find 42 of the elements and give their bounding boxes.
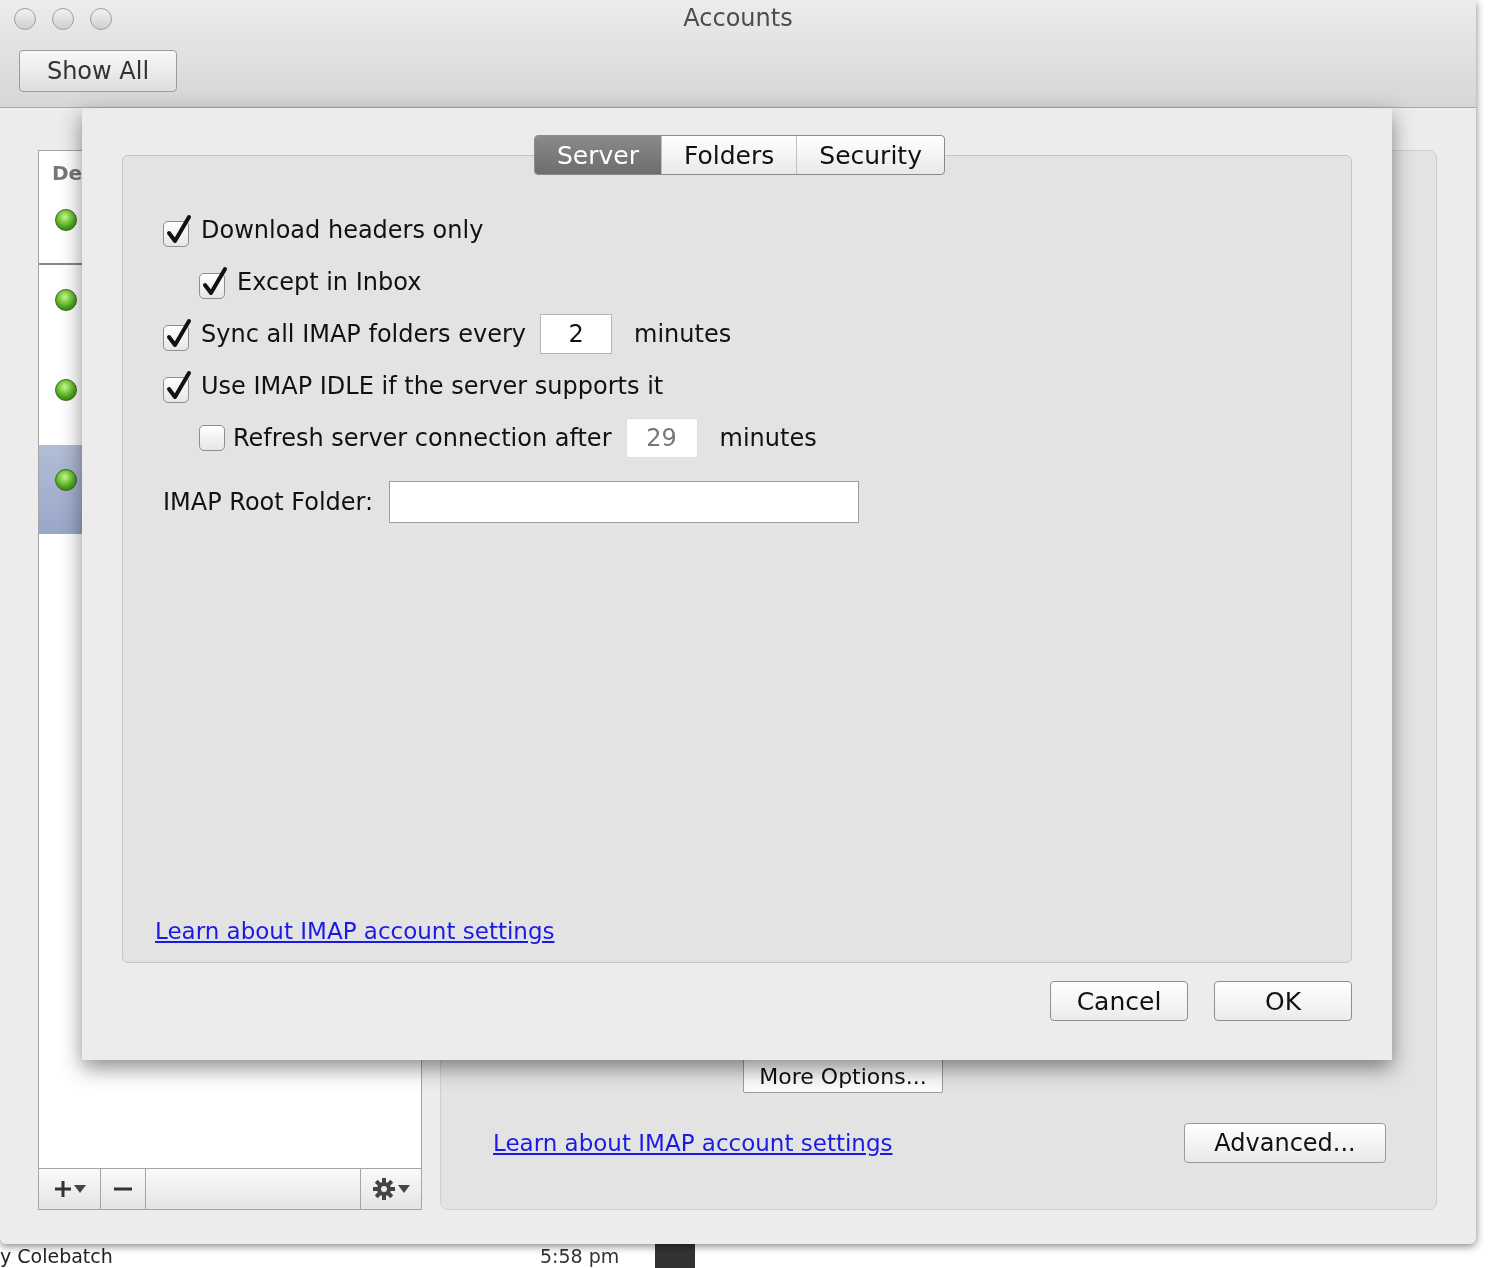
list-header: De bbox=[51, 160, 84, 185]
advanced-button[interactable]: Advanced... bbox=[1184, 1123, 1386, 1163]
checkbox[interactable] bbox=[163, 369, 193, 403]
option-label: Refresh server connection after bbox=[233, 424, 612, 452]
minutes-field[interactable]: 2 bbox=[540, 314, 613, 354]
cancel-button[interactable]: Cancel bbox=[1050, 981, 1188, 1021]
checkbox[interactable] bbox=[199, 265, 229, 299]
status-dot bbox=[55, 289, 77, 311]
remove-icon bbox=[114, 1187, 132, 1191]
minutes-label: minutes bbox=[719, 424, 817, 452]
gear-icon bbox=[372, 1177, 396, 1201]
option-label: Sync all IMAP folders every bbox=[201, 320, 527, 348]
option-label: Use IMAP IDLE if the server supports it bbox=[201, 372, 664, 400]
tab[interactable]: Folders bbox=[662, 136, 798, 174]
root-folder-field[interactable] bbox=[389, 481, 860, 523]
more-options-button[interactable]: More Options... bbox=[743, 1059, 943, 1093]
minutes-label: minutes bbox=[634, 320, 732, 348]
message-sender: y Colebatch bbox=[0, 1245, 114, 1267]
help-link[interactable]: Learn about IMAP account settings bbox=[493, 1130, 893, 1156]
minimize-icon[interactable] bbox=[52, 8, 74, 30]
checkbox[interactable] bbox=[199, 425, 225, 451]
status-dot bbox=[55, 379, 77, 401]
option-label: Except in Inbox bbox=[237, 268, 422, 296]
checkbox[interactable] bbox=[163, 213, 193, 247]
add-icon bbox=[53, 1180, 72, 1198]
zoom-icon[interactable] bbox=[90, 8, 112, 30]
tab[interactable]: Server bbox=[535, 136, 662, 174]
status-dot bbox=[55, 469, 77, 491]
field-label: IMAP Root Folder: bbox=[163, 488, 374, 516]
tab[interactable]: Security bbox=[797, 136, 944, 174]
close-icon[interactable] bbox=[14, 8, 36, 30]
message-time: 5:58 pm bbox=[540, 1245, 621, 1267]
checkbox[interactable] bbox=[163, 317, 193, 351]
option-label: Download headers only bbox=[201, 216, 484, 244]
caret-icon bbox=[73, 1184, 86, 1194]
ok-button[interactable]: OK bbox=[1214, 981, 1352, 1021]
help-link[interactable]: Learn about IMAP account settings bbox=[155, 918, 555, 944]
status-dot bbox=[55, 209, 77, 231]
caret-icon bbox=[398, 1184, 410, 1194]
window-title: Accounts bbox=[683, 4, 793, 32]
show-all-button[interactable]: Show All bbox=[19, 50, 177, 92]
dark-panel bbox=[655, 1244, 695, 1268]
